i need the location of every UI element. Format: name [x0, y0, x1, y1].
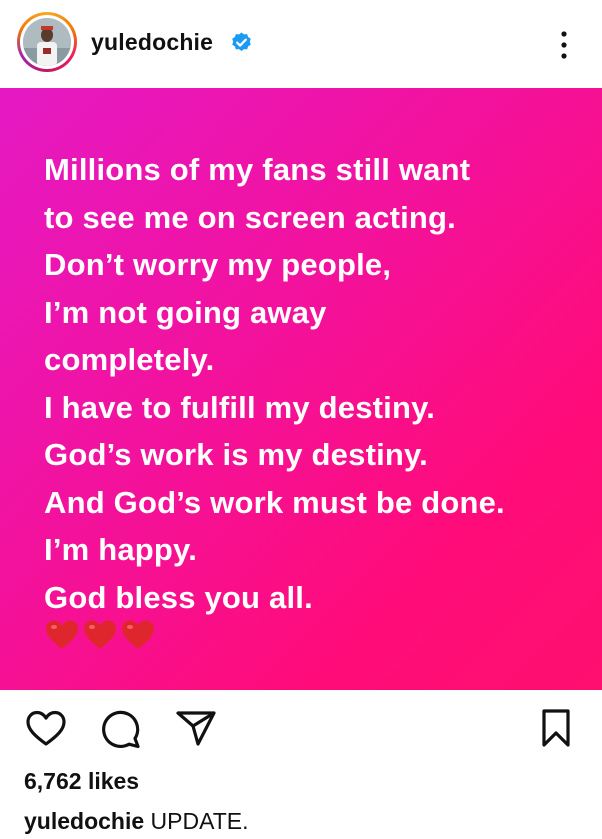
avatar-photo [23, 18, 71, 66]
post-line: God bless you all. [44, 579, 313, 615]
post-line: Millions of my fans still want [44, 152, 471, 187]
hearts-row [44, 618, 156, 652]
post-line: completely. [44, 342, 215, 377]
comment-bubble-icon[interactable] [100, 708, 142, 750]
post-image[interactable]: Millions of my fans still want to see me… [0, 88, 602, 690]
more-vertical-icon[interactable] [554, 28, 574, 62]
red-heart-icon [84, 620, 116, 649]
red-heart-icon [46, 620, 78, 649]
post-header: yuledochie [0, 0, 602, 88]
caption-text: UPDATE. [150, 808, 249, 834]
like-count[interactable]: 6,762 likes [24, 768, 139, 795]
post-line: I’m happy. [44, 532, 198, 567]
username[interactable]: yuledochie [91, 29, 213, 56]
verified-badge-icon [232, 32, 251, 52]
caption: yuledochie UPDATE. [24, 808, 249, 835]
post-line: I’m not going away [44, 294, 327, 330]
paper-plane-icon[interactable] [174, 708, 218, 748]
bookmark-icon[interactable] [540, 708, 572, 748]
post-line: to see me on screen acting. [44, 199, 456, 235]
post-line: Don’t worry my people, [44, 247, 392, 282]
heart-outline-icon[interactable] [24, 708, 68, 748]
action-bar [0, 700, 602, 756]
post-line: I have to fulfill my destiny. [44, 389, 436, 425]
avatar[interactable] [17, 12, 77, 72]
post-text: Millions of my fans still want to see me… [44, 146, 505, 621]
post-line: God’s work is my destiny. [44, 437, 428, 472]
post-line: And God’s work must be done. [44, 484, 505, 520]
caption-username[interactable]: yuledochie [24, 808, 144, 834]
red-heart-icon [122, 620, 154, 649]
